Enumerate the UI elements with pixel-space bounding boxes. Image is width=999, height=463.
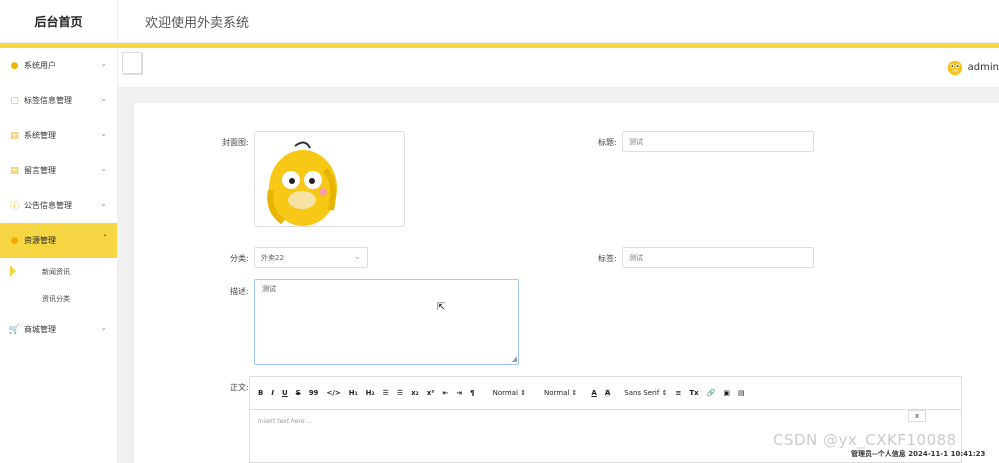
background-color-button[interactable]: A (604, 389, 611, 397)
message-icon: ▤ (10, 165, 19, 176)
brand-home-link[interactable]: 后台首页 (0, 0, 118, 43)
link-button[interactable]: 🔗 (707, 389, 716, 397)
align-button[interactable]: ≡ (675, 389, 681, 397)
sidebar-item-label: 系统用户 (24, 61, 56, 70)
strike-button[interactable]: S (296, 389, 301, 397)
username: admin (967, 61, 999, 73)
direction-button[interactable]: ¶ (470, 389, 474, 397)
mouse-pointer-icon: ⇱ (437, 302, 446, 313)
title-input[interactable]: 测试 (622, 131, 814, 152)
active-marker-icon (10, 265, 16, 277)
outdent-button[interactable]: ⇤ (442, 389, 448, 397)
chevron-down-icon: ⌄ (354, 252, 361, 261)
footer-user-info: 管理员--个人信息 2024-11-1 10:41:23 (851, 450, 986, 458)
sidebar-item-label: 留言管理 (24, 166, 56, 175)
duck-image (255, 132, 404, 226)
bullet-list-button[interactable]: ☰ (397, 389, 403, 397)
desc-label: 描述: (230, 287, 249, 296)
sidebar-item-system[interactable]: ▤ 系统管理 ⌄ (0, 118, 117, 153)
sidebar-item-label: 系统管理 (24, 131, 56, 140)
sidebar-subitem-news[interactable]: 新闻资讯 (0, 258, 117, 285)
header1-button[interactable]: H₁ (349, 389, 358, 397)
editor-content-area[interactable]: Insert text here ... (250, 410, 961, 433)
chevron-down-icon: ⌄ (100, 164, 107, 173)
user-icon: ● (10, 60, 19, 71)
sidebar-item-messages[interactable]: ▤ 留言管理 ⌄ (0, 153, 117, 188)
sidebar-item-resources[interactable]: ● 资源管理 ˆ (0, 223, 117, 258)
sidebar: ● 系统用户 ⌄ ▢ 标签信息管理 ⌄ ▤ 系统管理 ⌄ ▤ 留言管理 ⌄ ⓘ … (0, 48, 118, 463)
collapse-toggle-icon[interactable] (122, 52, 142, 74)
sidebar-item-label: 商城管理 (24, 325, 56, 334)
sidebar-item-label: 标签信息管理 (24, 96, 72, 105)
notice-icon: ⓘ (10, 202, 20, 212)
chevron-down-icon: ⌄ (100, 94, 107, 103)
size-select[interactable]: Normal ⇕ (493, 389, 526, 397)
resource-icon: ● (10, 235, 19, 246)
cover-label: 封面图: (222, 138, 249, 147)
underline-button[interactable]: U (282, 389, 288, 397)
sidebar-item-shop[interactable]: 🛒 商城管理 ⌄ (0, 312, 117, 347)
italic-button[interactable]: I (271, 389, 274, 397)
subscript-button[interactable]: x₂ (411, 389, 419, 397)
editor-toolbar: B I U S 99 </> H₁ H₂ ☰ ☰ x₂ x² ⇤ ⇥ ¶ Nor… (250, 377, 961, 410)
watermark: CSDN @yx_CXKF10088 (773, 431, 957, 449)
resize-handle-icon[interactable]: ◢ (512, 355, 517, 363)
sidebar-subitem-label: 新闻资讯 (42, 267, 70, 276)
settings-icon: ▤ (10, 130, 19, 141)
chevron-down-icon: ⌄ (100, 323, 107, 332)
ordered-list-button[interactable]: ☰ (383, 389, 389, 397)
content-label: 正文: (230, 383, 249, 392)
category-value: 外卖22 (261, 253, 284, 262)
editor-close-button[interactable]: x (908, 410, 926, 422)
user-menu[interactable]: admin (946, 58, 999, 76)
sidebar-item-label: 资源管理 (24, 236, 56, 245)
welcome-text: 欢迎使用外卖系统 (145, 16, 250, 31)
header-select[interactable]: Normal ⇕ (544, 389, 577, 397)
sidebar-item-notices[interactable]: ⓘ 公告信息管理 ⌄ (0, 188, 117, 223)
tags-input[interactable]: 测试 (622, 247, 814, 268)
chevron-down-icon: ⌄ (100, 199, 107, 208)
sidebar-item-users[interactable]: ● 系统用户 ⌄ (0, 48, 117, 83)
blockquote-button[interactable]: 99 (309, 389, 319, 397)
chevron-down-icon: ⌄ (100, 59, 107, 68)
superscript-button[interactable]: x² (427, 389, 435, 397)
video-button[interactable]: ▤ (738, 389, 745, 397)
chevron-up-icon: ˆ (103, 234, 107, 243)
sidebar-subitem-label: 资讯分类 (42, 294, 70, 303)
category-label: 分类: (230, 254, 249, 263)
sidebar-item-tags[interactable]: ▢ 标签信息管理 ⌄ (0, 83, 117, 118)
cart-icon: 🛒 (8, 324, 21, 335)
description-textarea[interactable]: 测试 ◢ (254, 279, 519, 365)
chevron-down-icon: ⌄ (100, 129, 107, 138)
title-label: 标题: (598, 138, 617, 147)
category-select[interactable]: 外卖22 ⌄ (254, 247, 368, 268)
sidebar-item-label: 公告信息管理 (24, 201, 72, 210)
top-header: 后台首页 欢迎使用外卖系统 (0, 0, 999, 43)
tag-icon: ▢ (10, 95, 19, 106)
avatar-icon (947, 60, 962, 76)
font-color-button[interactable]: A (591, 389, 596, 397)
tags-bar: admin (118, 48, 999, 88)
bold-button[interactable]: B (258, 389, 263, 397)
header2-button[interactable]: H₂ (366, 389, 375, 397)
description-value: 测试 (262, 285, 276, 293)
font-select[interactable]: Sans Serif ⇕ (624, 389, 667, 397)
image-button[interactable]: ▣ (723, 389, 730, 397)
cover-image-upload[interactable] (254, 131, 405, 227)
code-block-button[interactable]: </> (326, 389, 340, 397)
tags-label: 标签: (598, 254, 617, 263)
sidebar-subitem-news-category[interactable]: 资讯分类 (0, 285, 117, 312)
clean-format-button[interactable]: Tx (689, 389, 698, 397)
indent-button[interactable]: ⇥ (456, 389, 462, 397)
